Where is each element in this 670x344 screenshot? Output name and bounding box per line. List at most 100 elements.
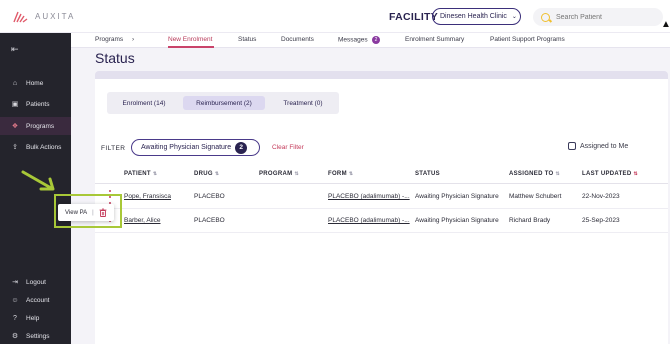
account-icon: ☺ bbox=[11, 296, 19, 304]
auxita-logo-icon bbox=[13, 11, 28, 23]
status-cell: Awaiting Physician Signature bbox=[415, 193, 499, 200]
sidebar-item-label: Bulk Actions bbox=[26, 143, 62, 151]
tab-new-enrolment[interactable]: New Enrolment bbox=[168, 36, 212, 43]
sidebar-item-home[interactable]: ⌂ Home bbox=[0, 74, 71, 92]
search-icon bbox=[541, 12, 550, 22]
view-pa-button[interactable]: View PA bbox=[65, 210, 87, 216]
collapse-sidebar-icon[interactable]: ⇤ bbox=[11, 44, 19, 55]
column-label: FORM bbox=[328, 171, 347, 177]
patient-link[interactable]: Pope, Fransisca bbox=[124, 193, 171, 200]
assigned-to-me-checkbox[interactable] bbox=[568, 142, 576, 150]
logout-icon: ⇥ bbox=[12, 279, 18, 286]
sidebar-item-programs[interactable]: ❖ Programs bbox=[0, 117, 71, 135]
main-content: Status Enrolment (14) Reimbursement (2) … bbox=[71, 48, 670, 344]
segment-enrolment[interactable]: Enrolment (14) bbox=[112, 96, 176, 110]
annotation-arrow-icon bbox=[21, 170, 55, 191]
column-header-form[interactable]: FORM ⇅ bbox=[328, 171, 353, 177]
column-label: DRUG bbox=[194, 171, 213, 177]
tab-patient-support-programs[interactable]: Patient Support Programs bbox=[490, 36, 565, 43]
programs-icon: ❖ bbox=[11, 123, 19, 130]
tab-documents[interactable]: Documents bbox=[281, 36, 314, 43]
column-label: LAST UPDATED bbox=[582, 171, 632, 177]
table-header: PATIENT ⇅ DRUG ⇅ PROGRAM ⇅ FORM ⇅ STATUS ASS… bbox=[95, 165, 668, 184]
sidebar-item-label: Logout bbox=[26, 278, 46, 286]
table-row[interactable]: Barber, Alice PLACEBO PLACEBO (adalimuma… bbox=[95, 209, 668, 233]
column-header-last-updated[interactable]: LAST UPDATED ⇅ bbox=[582, 171, 638, 177]
column-header-patient[interactable]: PATIENT ⇅ bbox=[124, 171, 157, 177]
title-band bbox=[95, 71, 668, 79]
bulk-actions-icon: ⇪ bbox=[12, 144, 18, 151]
drug-cell: PLACEBO bbox=[194, 217, 225, 224]
form-link[interactable]: PLACEBO (adalimumab) -... bbox=[328, 217, 410, 224]
messages-badge: 2 bbox=[371, 36, 381, 44]
filter-chip-count: 2 bbox=[235, 141, 248, 154]
sidebar-item-patients[interactable]: ▣ Patients bbox=[0, 95, 71, 113]
assigned-to-me-label: Assigned to Me bbox=[580, 142, 629, 150]
assigned-cell: Matthew Schubert bbox=[509, 193, 562, 200]
clear-filter-button[interactable]: Clear Filter bbox=[272, 144, 304, 151]
page-title: Status bbox=[95, 50, 135, 66]
sidebar-item-settings[interactable]: ⚙ Settings bbox=[0, 327, 71, 344]
tab-programs[interactable]: Programs bbox=[95, 36, 123, 43]
tab-status[interactable]: Status bbox=[238, 36, 256, 43]
column-label: STATUS bbox=[415, 171, 440, 177]
brand-name: AUXITA bbox=[35, 12, 76, 21]
form-link[interactable]: PLACEBO (adalimumab) -... bbox=[328, 193, 410, 200]
mouse-cursor-icon: ▲ bbox=[661, 19, 670, 30]
top-bar: AUXITA FACILITY Dinesen Health Clinic ⌄ … bbox=[0, 0, 670, 33]
sidebar-item-label: Home bbox=[26, 79, 44, 87]
filter-chip-label: Awaiting Physician Signature bbox=[141, 144, 232, 151]
sidebar-item-label: Account bbox=[26, 296, 50, 304]
column-label: PROGRAM bbox=[259, 171, 293, 177]
tab-messages[interactable]: Messages 2 bbox=[338, 36, 381, 44]
sidebar-item-account[interactable]: ☺ Account bbox=[0, 291, 71, 309]
sidebar-item-logout[interactable]: ⇥ Logout bbox=[0, 273, 71, 291]
tab-bar: Programs › New Enrolment Status Document… bbox=[71, 33, 670, 48]
sidebar-item-label: Settings bbox=[26, 332, 50, 340]
column-header-status: STATUS bbox=[415, 171, 440, 177]
chevron-right-icon: › bbox=[132, 36, 135, 43]
updated-cell: 22-Nov-2023 bbox=[582, 193, 620, 200]
column-label: ASSIGNED TO bbox=[509, 171, 554, 177]
column-header-drug[interactable]: DRUG ⇅ bbox=[194, 171, 219, 177]
status-card: Enrolment (14) Reimbursement (2) Treatme… bbox=[95, 79, 668, 344]
clinic-select-value: Dinesen Health Clinic bbox=[440, 13, 507, 20]
row-actions-menu: View PA | bbox=[58, 204, 114, 221]
facility-label: FACILITY bbox=[389, 11, 439, 23]
settings-icon: ⚙ bbox=[11, 333, 19, 340]
assigned-to-me-toggle[interactable]: Assigned to Me bbox=[568, 142, 628, 150]
filter-chip[interactable]: Awaiting Physician Signature 2 bbox=[131, 139, 260, 156]
patients-icon: ▣ bbox=[11, 101, 19, 108]
segment-reimbursement[interactable]: Reimbursement (2) bbox=[183, 96, 265, 110]
column-header-program[interactable]: PROGRAM ⇅ bbox=[259, 171, 299, 177]
drug-cell: PLACEBO bbox=[194, 193, 225, 200]
trash-icon[interactable] bbox=[99, 208, 107, 217]
brand-logo[interactable]: AUXITA bbox=[13, 10, 75, 23]
segment-treatment[interactable]: Treatment (0) bbox=[271, 96, 335, 110]
search-box[interactable] bbox=[533, 8, 663, 26]
assigned-cell: Richard Brady bbox=[509, 217, 551, 224]
search-input[interactable] bbox=[556, 13, 656, 21]
sidebar-item-bulk-actions[interactable]: ⇪ Bulk Actions bbox=[0, 138, 71, 156]
sidebar-item-label: Patients bbox=[26, 100, 50, 108]
column-header-assigned-to[interactable]: ASSIGNED TO ⇅ bbox=[509, 171, 560, 177]
updated-cell: 25-Sep-2023 bbox=[582, 217, 620, 224]
sidebar-item-help[interactable]: ? Help bbox=[0, 309, 71, 327]
status-segment-control: Enrolment (14) Reimbursement (2) Treatme… bbox=[107, 92, 339, 114]
patient-link[interactable]: Barber, Alice bbox=[124, 217, 161, 224]
sort-icon: ⇅ bbox=[348, 171, 354, 177]
home-icon: ⌂ bbox=[12, 79, 18, 87]
status-cell: Awaiting Physician Signature bbox=[415, 217, 499, 224]
column-label: PATIENT bbox=[124, 171, 151, 177]
sidebar-item-label: Help bbox=[26, 314, 40, 322]
tab-messages-label: Messages bbox=[338, 36, 368, 44]
clinic-select[interactable]: Dinesen Health Clinic ⌄ bbox=[432, 8, 521, 25]
sort-active-icon: ⇅ bbox=[633, 171, 638, 177]
sort-icon: ⇅ bbox=[294, 171, 299, 177]
sort-icon: ⇅ bbox=[214, 171, 220, 177]
table-row[interactable]: Pope, Fransisca PLACEBO PLACEBO (adalimu… bbox=[95, 185, 668, 209]
tab-enrolment-summary[interactable]: Enrolment Summary bbox=[405, 36, 464, 43]
filter-label: FILTER bbox=[101, 145, 126, 152]
chevron-down-icon: ⌄ bbox=[511, 14, 517, 20]
sidebar-item-label: Programs bbox=[26, 122, 55, 130]
